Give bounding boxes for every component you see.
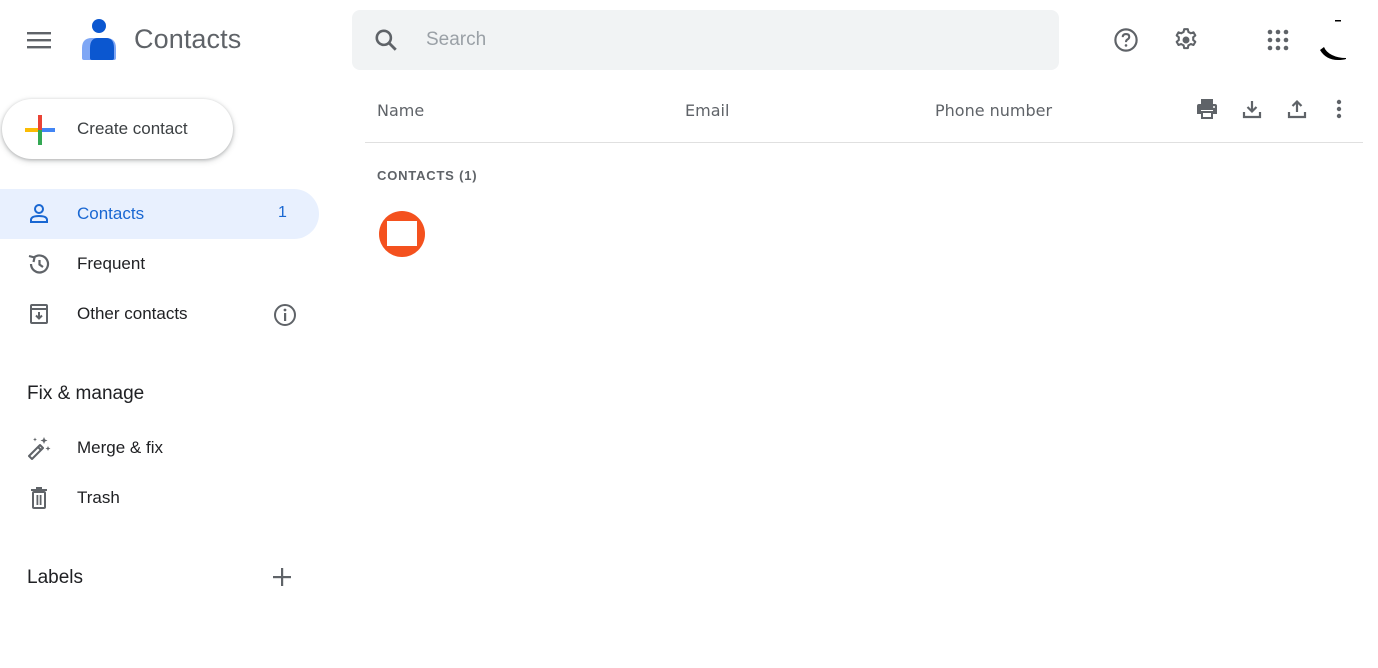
person-outline-icon <box>30 204 48 223</box>
account-avatar <box>1320 20 1346 60</box>
sidebar-item-merge-fix[interactable]: Merge & fix <box>0 423 319 473</box>
colored-plus-icon <box>25 115 55 145</box>
contact-avatar[interactable] <box>379 211 425 257</box>
contacts-logo-icon <box>82 19 116 60</box>
google-apps-button[interactable] <box>1258 20 1298 60</box>
settings-button[interactable] <box>1166 20 1206 60</box>
add-label-button[interactable] <box>266 561 298 593</box>
more-actions-button[interactable] <box>1325 92 1353 126</box>
account-avatar-button[interactable] <box>1316 14 1360 64</box>
app-title: Contacts <box>134 24 242 54</box>
sidebar-item-label: Frequent <box>77 254 146 273</box>
contact-row[interactable] <box>365 205 1363 263</box>
sidebar-item-trash[interactable]: Trash <box>0 473 319 523</box>
grid-dots-icon <box>1267 29 1289 51</box>
print-button[interactable] <box>1190 92 1224 126</box>
plus-icon <box>273 568 291 586</box>
column-header-email: Email <box>685 101 730 120</box>
magic-wand-icon <box>28 437 51 460</box>
search-icon[interactable] <box>372 26 400 54</box>
contacts-section-label: CONTACTS (1) <box>377 168 478 183</box>
sidebar-item-label: Other contacts <box>77 304 188 323</box>
search-input[interactable] <box>426 24 1026 56</box>
hamburger-menu-icon <box>27 32 51 49</box>
fix-manage-heading: Fix & manage <box>27 383 145 404</box>
list-header-divider <box>365 142 1363 143</box>
help-button[interactable] <box>1106 20 1146 60</box>
question-circle-icon <box>1114 28 1138 52</box>
gear-icon <box>1175 28 1197 50</box>
contacts-logo[interactable] <box>80 18 118 62</box>
create-contact-label: Create contact <box>77 119 188 138</box>
create-contact-button[interactable]: Create contact <box>2 99 233 159</box>
sidebar-item-label: Merge & fix <box>77 438 163 457</box>
main-menu-button[interactable] <box>19 20 59 60</box>
labels-heading: Labels <box>27 567 83 588</box>
upload-icon <box>1287 99 1307 119</box>
search-bar[interactable] <box>352 10 1059 70</box>
sidebar-item-frequent[interactable]: Frequent <box>0 239 319 289</box>
archive-download-icon <box>30 304 48 324</box>
sidebar-item-label: Contacts <box>77 204 145 223</box>
column-header-name: Name <box>377 101 425 120</box>
more-vert-icon <box>1336 99 1342 119</box>
column-header-phone: Phone number <box>935 101 1053 120</box>
import-button[interactable] <box>1281 92 1313 126</box>
sidebar-item-contacts[interactable]: Contacts 1 <box>0 189 319 239</box>
avatar-placeholder-image <box>387 221 417 246</box>
print-icon <box>1197 99 1217 119</box>
sidebar-item-other-contacts[interactable]: Other contacts <box>0 289 319 339</box>
trash-icon <box>31 487 47 509</box>
info-icon[interactable] <box>272 302 298 328</box>
history-icon <box>28 254 50 274</box>
contacts-count-badge: 1 <box>278 204 287 221</box>
export-button[interactable] <box>1236 92 1268 126</box>
download-icon <box>1242 101 1262 119</box>
sidebar-item-label: Trash <box>77 488 120 507</box>
